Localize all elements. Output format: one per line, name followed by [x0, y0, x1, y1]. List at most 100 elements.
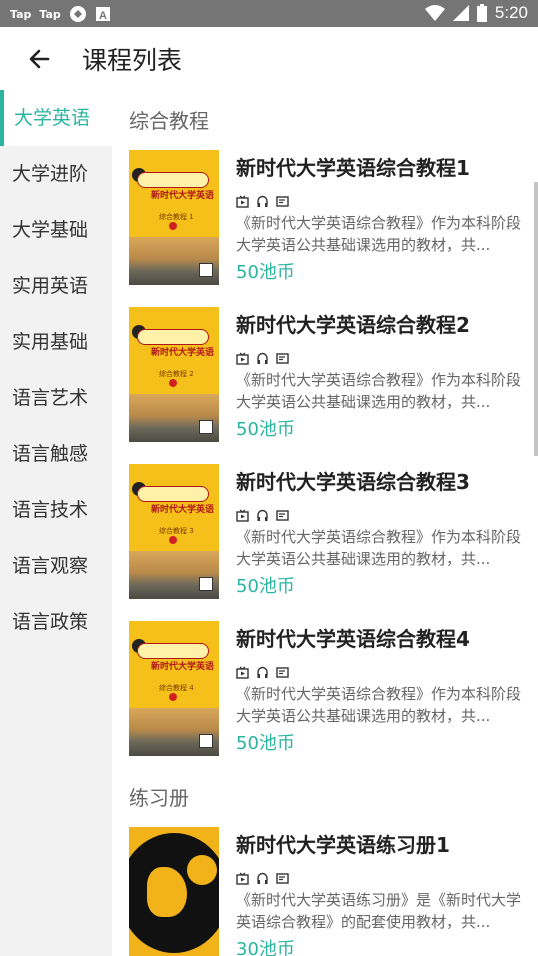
document-icon — [276, 873, 289, 884]
arrow-left-icon[interactable] — [26, 45, 54, 73]
cover-title: 新时代大学英语 — [151, 348, 215, 358]
cover-badge — [169, 693, 177, 701]
continent-shape — [147, 867, 187, 917]
cover-title: 新时代大学英语 — [151, 505, 215, 515]
cover-scene — [129, 394, 219, 442]
course-description: 《新时代大学英语综合教程》作为本科阶段大学英语公共基础课选用的教材，共... — [236, 528, 521, 568]
cover-badge — [169, 222, 177, 230]
course-cover-image: 新时代大学英语 综合教程 2 — [129, 307, 219, 442]
course-description: 《新时代大学英语综合教程》作为本科阶段大学英语公共基础课选用的教材，共... — [236, 371, 521, 411]
sidebar-item-label: 语言观察 — [12, 555, 89, 577]
new-era-logo — [137, 643, 209, 659]
course-name: 新时代大学英语综合教程4 — [236, 627, 470, 651]
cover-subtitle: 综合教程 3 — [159, 527, 194, 535]
text-a-icon: A — [95, 7, 110, 22]
qr-code-icon — [199, 734, 213, 748]
headphones-icon — [257, 195, 268, 207]
qr-code-icon — [199, 420, 213, 434]
course-cover-image: 新时代大学英语 综合教程 1 — [129, 150, 219, 285]
document-icon — [276, 667, 289, 678]
video-icon — [236, 872, 249, 885]
video-icon — [236, 509, 249, 522]
course-price: 50池币 — [236, 262, 295, 283]
sidebar-item-yuyan-jishu[interactable]: 语言技术 — [0, 482, 112, 538]
status-bar: Tap Tap A 5:20 — [0, 0, 538, 27]
signal-icon — [452, 5, 469, 21]
cover-title: 新时代大学英语 — [151, 662, 215, 672]
qr-code-icon — [199, 263, 213, 277]
course-name: 新时代大学英语综合教程2 — [236, 313, 470, 337]
course-card[interactable]: 新时代大学英语 综合教程 1 新时代大学英语综合教程1 《新时代大学英语综合教程… — [129, 150, 529, 286]
app-bar: 课程列表 — [0, 27, 538, 90]
document-icon — [276, 353, 289, 364]
new-era-logo — [137, 329, 209, 345]
category-sidebar: 大学英语 大学进阶 大学基础 实用英语 实用基础 语言艺术 语言触感 语言技术 … — [0, 90, 112, 956]
course-name: 新时代大学英语综合教程3 — [236, 470, 470, 494]
course-price: 30池币 — [236, 939, 295, 956]
sidebar-item-label: 实用基础 — [12, 331, 89, 353]
scrollbar[interactable] — [534, 182, 538, 456]
course-card[interactable]: 新时代大学英语练习册1 《新时代大学英语练习册》是《新时代大学英语综合教程》的配… — [129, 827, 529, 956]
section-title: 综合教程 — [129, 109, 209, 133]
sidebar-item-yuyan-zhengce[interactable]: 语言政策 — [0, 594, 112, 650]
sidebar-item-daxue-jinjie[interactable]: 大学进阶 — [0, 146, 112, 202]
tap-app-icon: Tap — [39, 7, 61, 21]
course-card[interactable]: 新时代大学英语 综合教程 3 新时代大学英语综合教程3 《新时代大学英语综合教程… — [129, 464, 529, 600]
sidebar-item-label: 大学基础 — [12, 219, 89, 241]
workbook-cover-image — [129, 827, 219, 956]
headphones-icon — [257, 509, 268, 521]
video-icon — [236, 195, 249, 208]
new-era-logo — [137, 486, 209, 502]
cover-scene — [129, 708, 219, 756]
course-price: 50池币 — [236, 576, 295, 597]
course-card[interactable]: 新时代大学英语 综合教程 4 新时代大学英语综合教程4 《新时代大学英语综合教程… — [129, 621, 529, 757]
sidebar-item-shiyong-jichu[interactable]: 实用基础 — [0, 314, 112, 370]
cover-badge — [169, 536, 177, 544]
battery-icon — [476, 4, 487, 22]
cover-title: 新时代大学英语 — [151, 191, 215, 201]
cover-scene — [129, 551, 219, 599]
sidebar-item-label: 语言触感 — [12, 443, 89, 465]
course-name: 新时代大学英语综合教程1 — [236, 156, 470, 180]
page-title: 课程列表 — [82, 47, 183, 75]
sidebar-item-daxue-yingyu[interactable]: 大学英语 — [0, 90, 112, 146]
cover-scene — [129, 237, 219, 285]
section-title: 练习册 — [129, 786, 189, 810]
sidebar-item-yuyan-guancha[interactable]: 语言观察 — [0, 538, 112, 594]
course-description: 《新时代大学英语练习册》是《新时代大学英语综合教程》的配套使用教材，共... — [236, 891, 521, 931]
qr-code-icon — [199, 577, 213, 591]
course-description: 《新时代大学英语综合教程》作为本科阶段大学英语公共基础课选用的教材，共... — [236, 685, 521, 725]
headphones-icon — [257, 352, 268, 364]
sidebar-item-label: 语言政策 — [12, 611, 89, 633]
clock: 5:20 — [494, 3, 528, 22]
sidebar-item-daxue-jichu[interactable]: 大学基础 — [0, 202, 112, 258]
sidebar-item-label: 大学进阶 — [12, 163, 89, 185]
cover-subtitle: 综合教程 4 — [159, 684, 194, 692]
svg-text:A: A — [99, 10, 107, 22]
course-cover-image: 新时代大学英语 综合教程 3 — [129, 464, 219, 599]
document-icon — [276, 510, 289, 521]
course-price: 50池币 — [236, 733, 295, 754]
sidebar-item-label: 语言技术 — [12, 499, 89, 521]
sidebar-item-yuyan-chugan[interactable]: 语言触感 — [0, 426, 112, 482]
sidebar-item-yuyan-yishu[interactable]: 语言艺术 — [0, 370, 112, 426]
document-icon — [276, 196, 289, 207]
course-name: 新时代大学英语练习册1 — [236, 833, 450, 857]
sidebar-item-shiyong-yingyu[interactable]: 实用英语 — [0, 258, 112, 314]
course-price: 50池币 — [236, 419, 295, 440]
cover-subtitle: 综合教程 1 — [159, 213, 194, 221]
headphones-icon — [257, 872, 268, 884]
sidebar-item-label: 语言艺术 — [12, 387, 89, 409]
headphones-icon — [257, 666, 268, 678]
sync-icon — [69, 6, 86, 22]
course-card[interactable]: 新时代大学英语 综合教程 2 新时代大学英语综合教程2 《新时代大学英语综合教程… — [129, 307, 529, 443]
cover-subtitle: 综合教程 2 — [159, 370, 194, 378]
video-icon — [236, 666, 249, 679]
new-era-logo — [137, 172, 209, 188]
wifi-icon — [424, 5, 445, 21]
course-list: 综合教程 新时代大学英语 综合教程 1 新时代大学英语综合教程1 《新时代大学英… — [112, 90, 538, 956]
continent-shape — [187, 855, 217, 885]
video-icon — [236, 352, 249, 365]
course-description: 《新时代大学英语综合教程》作为本科阶段大学英语公共基础课选用的教材，共... — [236, 214, 521, 254]
cover-badge — [169, 379, 177, 387]
